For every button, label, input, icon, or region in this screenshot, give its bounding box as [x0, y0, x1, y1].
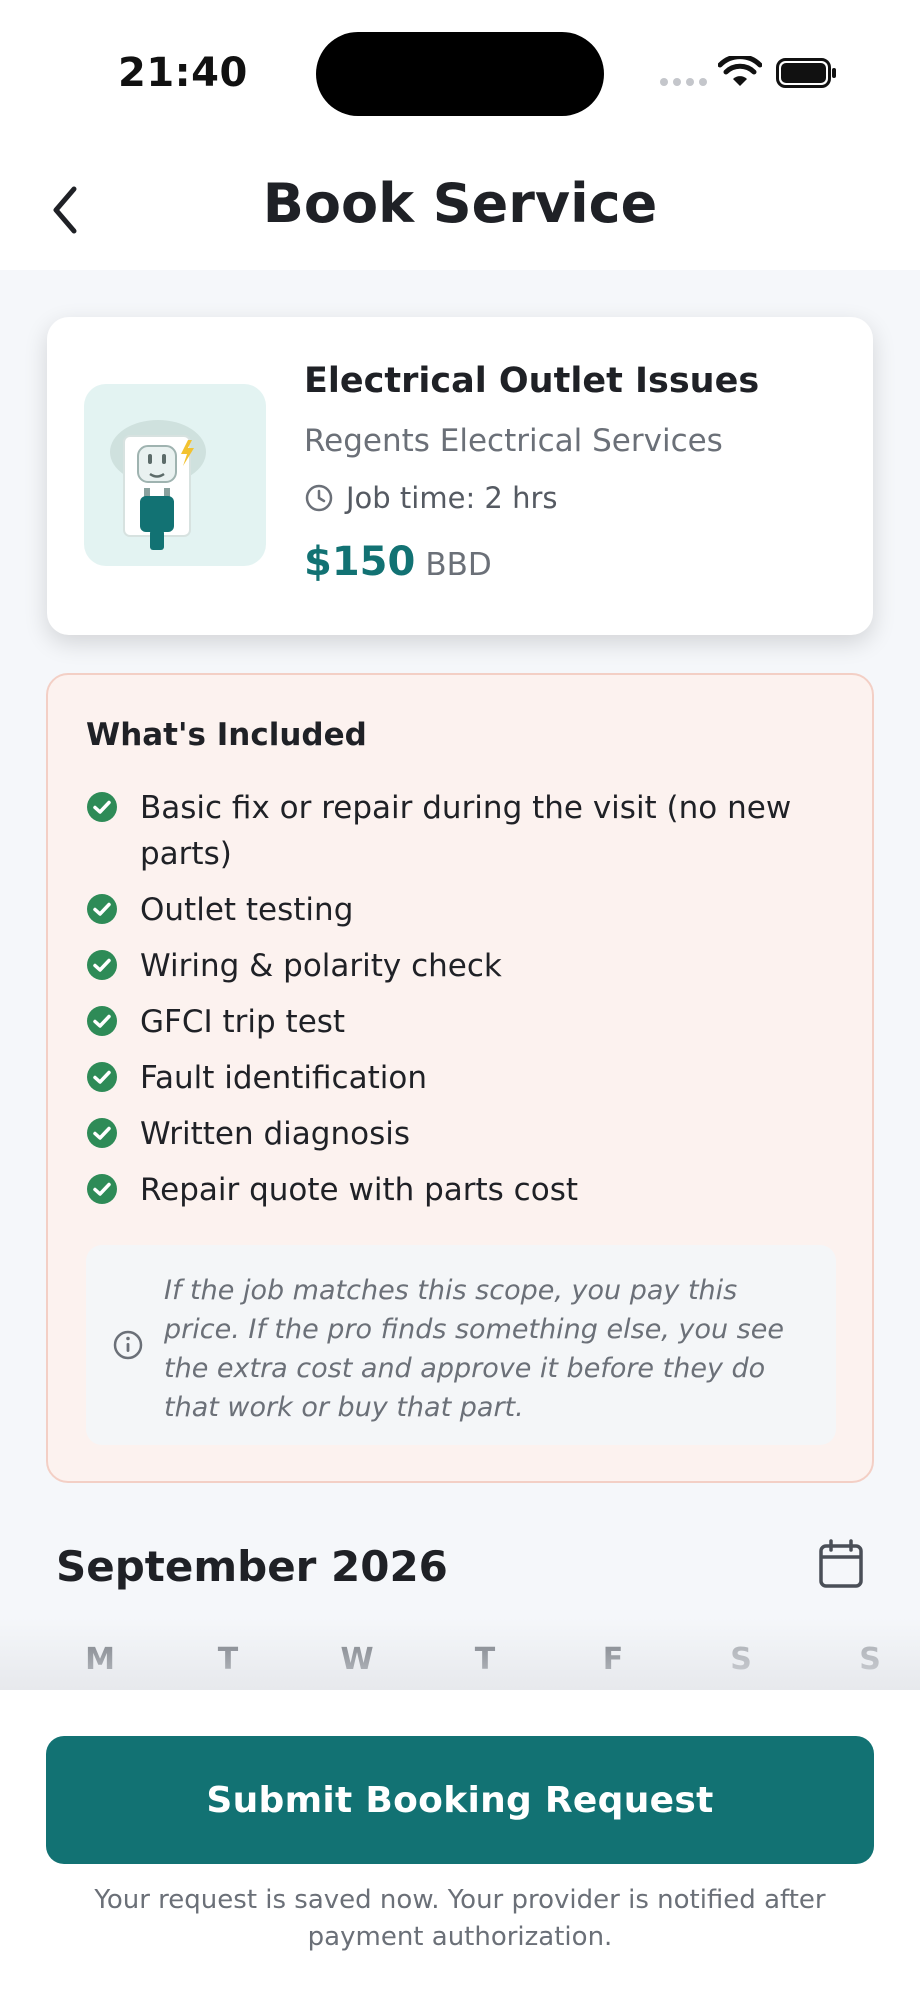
- status-time: 21:40: [118, 50, 248, 96]
- included-item-text: Repair quote with parts cost: [140, 1172, 578, 1208]
- whats-included-panel: What's Included Basic fix or repair duri…: [46, 673, 874, 1483]
- included-item: Fault identification: [86, 1055, 826, 1101]
- signal-icon: [660, 78, 707, 86]
- included-item-text: Fault identification: [140, 1060, 427, 1096]
- check-circle-icon: [87, 1006, 117, 1036]
- service-card: Electrical Outlet Issues Regents Electri…: [47, 317, 873, 635]
- included-item-text: GFCI trip test: [140, 1004, 346, 1040]
- weekday-label: S: [730, 1642, 752, 1677]
- submit-booking-button[interactable]: Submit Booking Request: [46, 1736, 874, 1864]
- job-time-label: Job time: 2 hrs: [346, 481, 558, 515]
- included-item-text: Basic fix or repair during the visit (no…: [140, 790, 792, 872]
- weekday-label: F: [602, 1642, 624, 1677]
- included-item-text: Outlet testing: [140, 892, 354, 928]
- included-item: GFCI trip test: [86, 999, 826, 1045]
- booking-footer: Submit Booking Request Your request is s…: [0, 1690, 920, 2000]
- weekday-label: M: [85, 1642, 115, 1677]
- scope-note-text: If the job matches this scope, you pay t…: [164, 1275, 784, 1423]
- weekday-row: MTWTFSS: [0, 1642, 920, 1692]
- included-list: Basic fix or repair during the visit (no…: [86, 785, 826, 1223]
- job-time: Job time: 2 hrs: [304, 481, 558, 515]
- price-row: $150 BBD: [304, 539, 492, 585]
- info-icon: [113, 1330, 143, 1360]
- check-circle-icon: [87, 1118, 117, 1148]
- weekday-label: S: [859, 1642, 881, 1677]
- check-circle-icon: [87, 894, 117, 924]
- service-name: Electrical Outlet Issues: [304, 361, 760, 401]
- whats-included-title: What's Included: [86, 717, 367, 753]
- included-item: Repair quote with parts cost: [86, 1167, 826, 1213]
- page-title: Book Service: [262, 172, 658, 235]
- included-item-text: Written diagnosis: [140, 1116, 410, 1152]
- calendar-header: September 2026: [56, 1538, 866, 1598]
- calendar-month: September 2026: [56, 1542, 448, 1591]
- check-circle-icon: [87, 1174, 117, 1204]
- dynamic-island: [316, 32, 604, 116]
- wifi-icon: [718, 56, 762, 86]
- check-circle-icon: [87, 792, 117, 822]
- weekday-label: T: [217, 1642, 239, 1677]
- clock-icon: [305, 484, 333, 512]
- footer-note: Your request is saved now. Your provider…: [94, 1885, 826, 1952]
- service-price: $150: [304, 539, 416, 585]
- service-thumbnail: [84, 384, 266, 566]
- weekday-label: W: [340, 1642, 374, 1677]
- weekday-label: T: [474, 1642, 496, 1677]
- battery-icon: [776, 58, 836, 88]
- included-item: Outlet testing: [86, 887, 826, 933]
- included-item: Written diagnosis: [86, 1111, 826, 1157]
- outlet-plug-icon: [110, 420, 206, 550]
- calendar-button[interactable]: [816, 1538, 866, 1592]
- included-item-text: Wiring & polarity check: [140, 948, 502, 984]
- check-circle-icon: [87, 1062, 117, 1092]
- price-currency: BBD: [425, 547, 492, 583]
- check-circle-icon: [87, 950, 117, 980]
- calendar-icon: [819, 1539, 863, 1588]
- status-bar: 21:40: [0, 0, 920, 140]
- scope-note: If the job matches this scope, you pay t…: [86, 1245, 836, 1445]
- included-item: Wiring & polarity check: [86, 943, 826, 989]
- provider-name: Regents Electrical Services: [304, 423, 723, 459]
- included-item: Basic fix or repair during the visit (no…: [86, 785, 826, 877]
- page-header: Book Service: [0, 140, 920, 270]
